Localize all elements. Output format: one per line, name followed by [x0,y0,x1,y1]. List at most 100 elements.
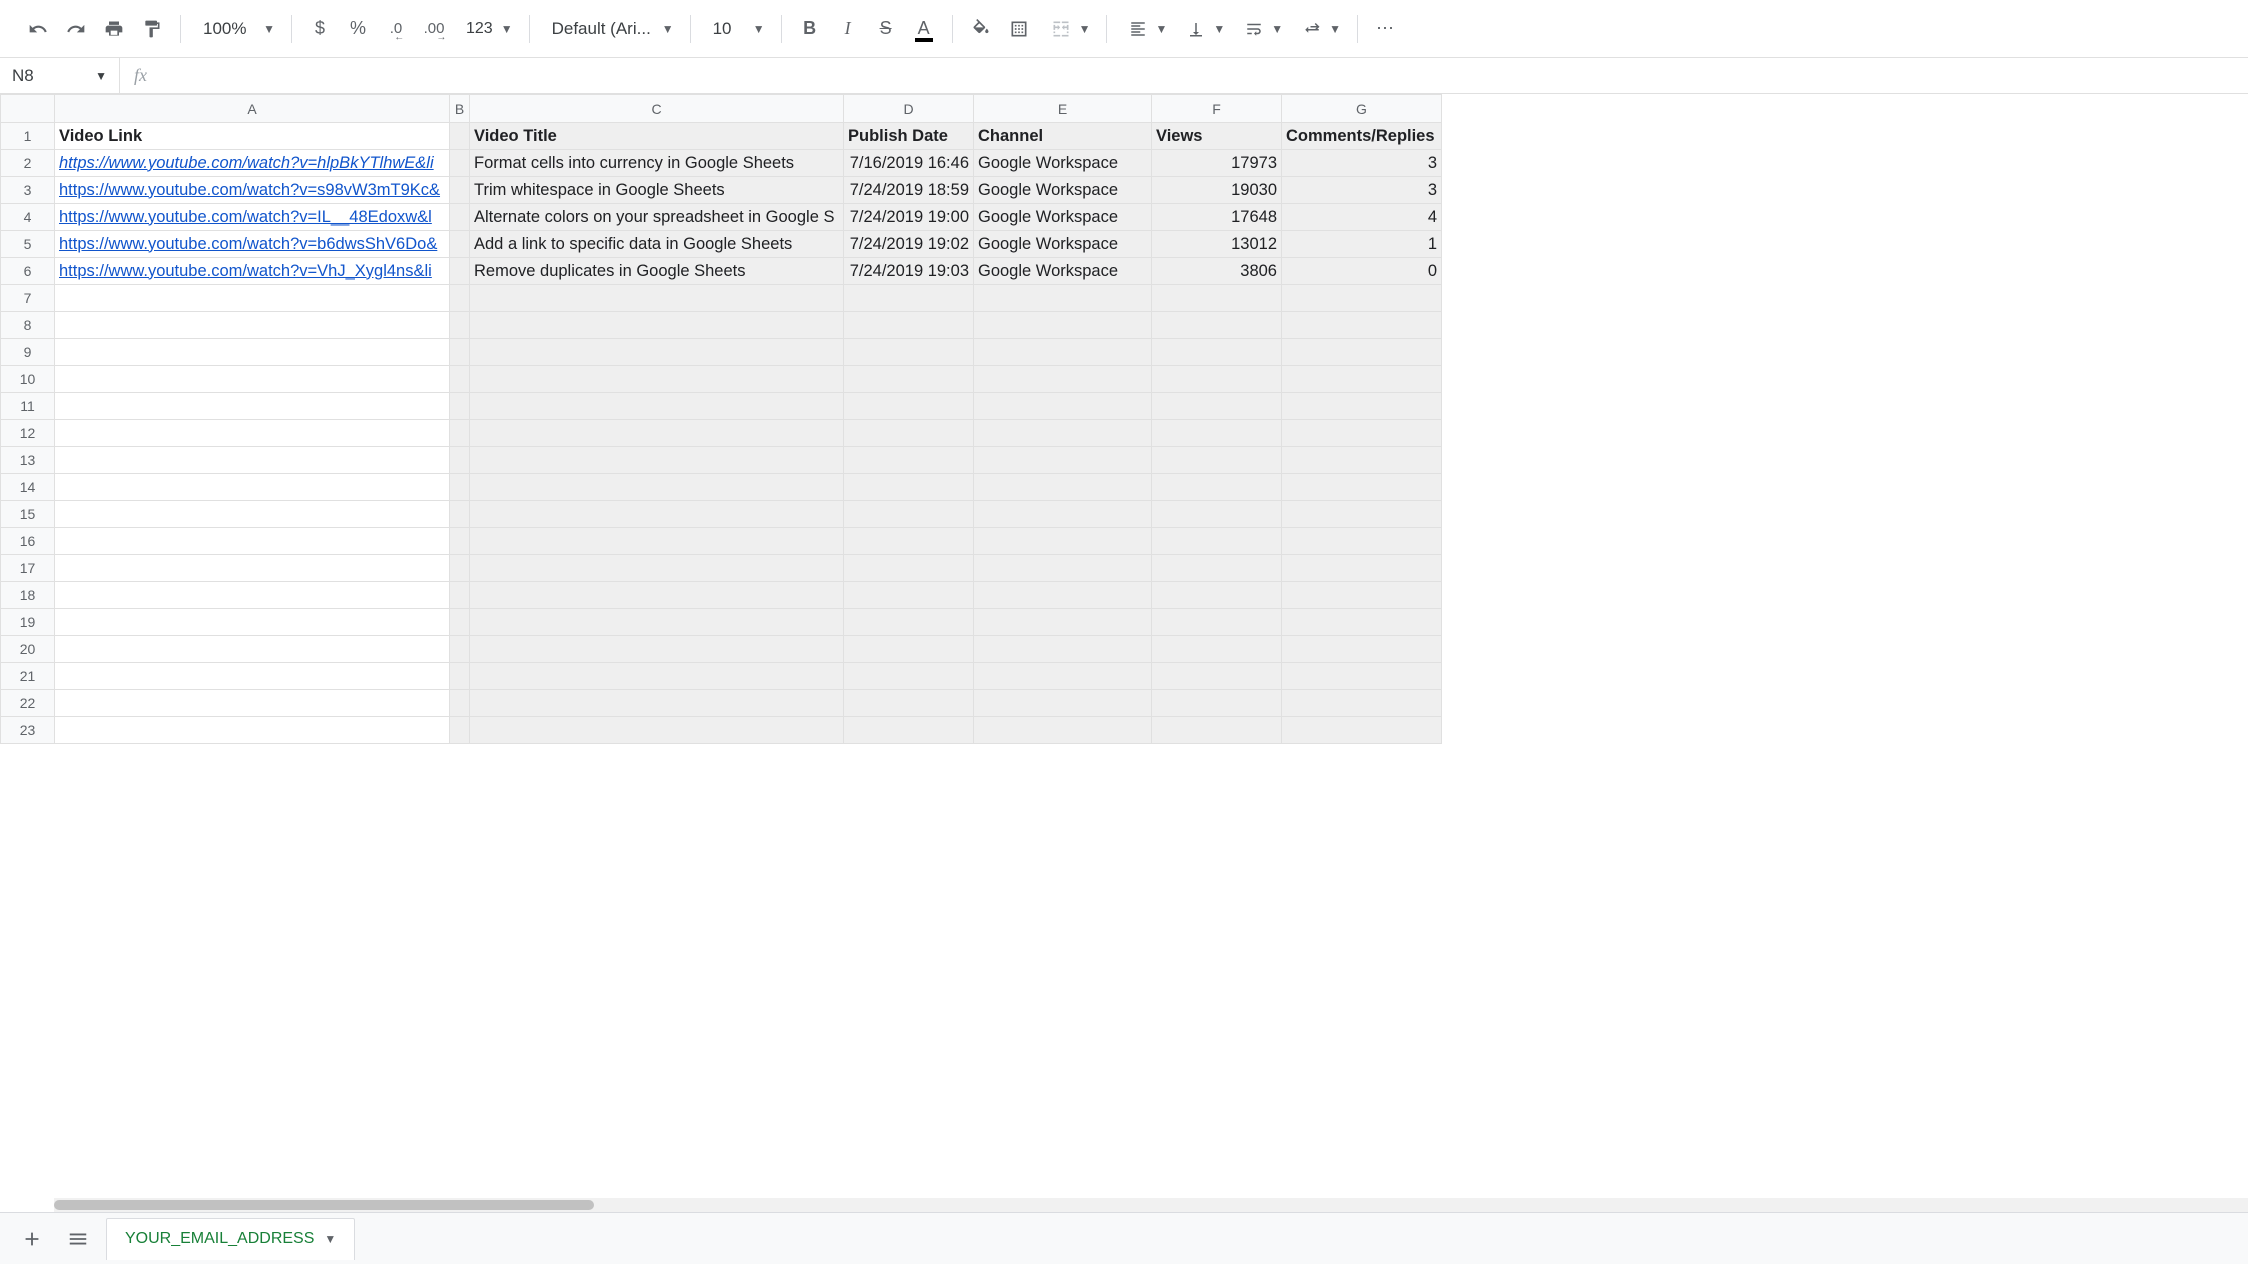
cell-A20[interactable] [55,636,450,663]
cell-F23[interactable] [1152,717,1282,744]
formula-input[interactable] [161,58,2248,93]
cell-A18[interactable] [55,582,450,609]
video-link[interactable]: https://www.youtube.com/watch?v=s98vW3mT… [59,181,440,199]
cell-E18[interactable] [974,582,1152,609]
cell-G12[interactable] [1282,420,1442,447]
cell-E17[interactable] [974,555,1152,582]
cell-F20[interactable] [1152,636,1282,663]
column-header-B[interactable]: B [450,95,470,123]
cell-B13[interactable] [450,447,470,474]
cell-F15[interactable] [1152,501,1282,528]
cell-G19[interactable] [1282,609,1442,636]
cell-G16[interactable] [1282,528,1442,555]
font-size-select[interactable]: 10 ▼ [701,11,771,47]
format-currency-button[interactable]: $ [302,11,338,47]
cell-D10[interactable] [844,366,974,393]
cell-E23[interactable] [974,717,1152,744]
cell-D19[interactable] [844,609,974,636]
video-link[interactable]: https://www.youtube.com/watch?v=hlpBkYTl… [59,154,434,172]
vertical-align-button[interactable]: ▼ [1175,11,1231,47]
row-header-1[interactable]: 1 [1,123,55,150]
cell-C23[interactable] [470,717,844,744]
cell-D11[interactable] [844,393,974,420]
cell-C22[interactable] [470,690,844,717]
select-all-corner[interactable] [1,95,55,123]
increase-decimal-button[interactable]: .00→ [416,11,452,47]
cell-B3[interactable] [450,177,470,204]
cell-A6[interactable]: https://www.youtube.com/watch?v=VhJ_Xygl… [55,258,450,285]
row-header-20[interactable]: 20 [1,636,55,663]
cell-C8[interactable] [470,312,844,339]
cell-D8[interactable] [844,312,974,339]
cell-D21[interactable] [844,663,974,690]
cell-B5[interactable] [450,231,470,258]
row-header-9[interactable]: 9 [1,339,55,366]
cell-C17[interactable] [470,555,844,582]
cell-D20[interactable] [844,636,974,663]
cell-C5[interactable]: Add a link to specific data in Google Sh… [470,231,844,258]
cell-E16[interactable] [974,528,1152,555]
cell-D7[interactable] [844,285,974,312]
cell-A1[interactable]: Video Link [55,123,450,150]
cell-G10[interactable] [1282,366,1442,393]
cell-B8[interactable] [450,312,470,339]
cell-C11[interactable] [470,393,844,420]
cell-A10[interactable] [55,366,450,393]
column-header-C[interactable]: C [470,95,844,123]
cell-G6[interactable]: 0 [1282,258,1442,285]
cell-C21[interactable] [470,663,844,690]
cell-D18[interactable] [844,582,974,609]
cell-F16[interactable] [1152,528,1282,555]
undo-button[interactable] [20,11,56,47]
cell-B14[interactable] [450,474,470,501]
italic-button[interactable]: I [830,11,866,47]
cell-G13[interactable] [1282,447,1442,474]
cell-G2[interactable]: 3 [1282,150,1442,177]
cell-A22[interactable] [55,690,450,717]
video-link[interactable]: https://www.youtube.com/watch?v=IL__48Ed… [59,208,432,226]
cell-A17[interactable] [55,555,450,582]
strikethrough-button[interactable]: S [868,11,904,47]
cell-F3[interactable]: 19030 [1152,177,1282,204]
row-header-10[interactable]: 10 [1,366,55,393]
cell-A9[interactable] [55,339,450,366]
cell-E6[interactable]: Google Workspace [974,258,1152,285]
cell-E19[interactable] [974,609,1152,636]
cell-D1[interactable]: Publish Date [844,123,974,150]
cell-E2[interactable]: Google Workspace [974,150,1152,177]
row-header-21[interactable]: 21 [1,663,55,690]
cell-C3[interactable]: Trim whitespace in Google Sheets [470,177,844,204]
cell-C14[interactable] [470,474,844,501]
cell-E1[interactable]: Channel [974,123,1152,150]
cell-D6[interactable]: 7/24/2019 19:03 [844,258,974,285]
cell-C10[interactable] [470,366,844,393]
row-header-17[interactable]: 17 [1,555,55,582]
cell-G23[interactable] [1282,717,1442,744]
zoom-select[interactable]: 100% ▼ [191,11,281,47]
column-header-E[interactable]: E [974,95,1152,123]
cell-A21[interactable] [55,663,450,690]
row-header-13[interactable]: 13 [1,447,55,474]
cell-B20[interactable] [450,636,470,663]
cell-B21[interactable] [450,663,470,690]
cell-A2[interactable]: https://www.youtube.com/watch?v=hlpBkYTl… [55,150,450,177]
row-header-15[interactable]: 15 [1,501,55,528]
cell-E7[interactable] [974,285,1152,312]
cell-F8[interactable] [1152,312,1282,339]
cell-B22[interactable] [450,690,470,717]
cell-B9[interactable] [450,339,470,366]
horizontal-scrollbar[interactable] [54,1198,2248,1212]
cell-C18[interactable] [470,582,844,609]
cell-B16[interactable] [450,528,470,555]
cell-B11[interactable] [450,393,470,420]
cell-D2[interactable]: 7/16/2019 16:46 [844,150,974,177]
cell-B23[interactable] [450,717,470,744]
merge-cells-button[interactable]: ▼ [1039,11,1097,47]
cell-B1[interactable] [450,123,470,150]
row-header-12[interactable]: 12 [1,420,55,447]
cell-C13[interactable] [470,447,844,474]
cell-G20[interactable] [1282,636,1442,663]
scrollbar-thumb[interactable] [54,1200,594,1210]
row-header-11[interactable]: 11 [1,393,55,420]
cell-F9[interactable] [1152,339,1282,366]
